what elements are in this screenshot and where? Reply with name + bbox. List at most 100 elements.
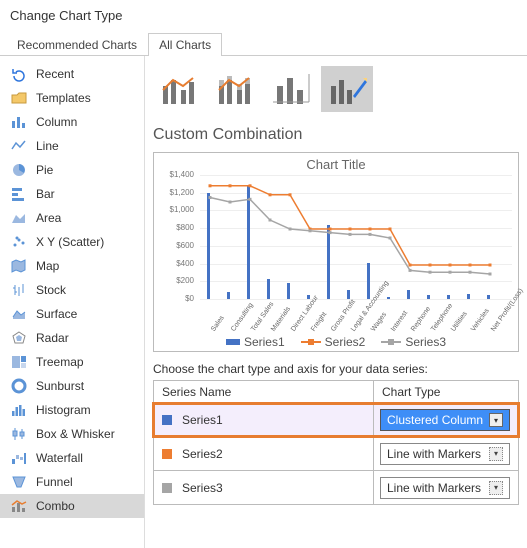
sidebar-item-label: Recent [36,67,74,81]
sidebar-item-label: Treemap [36,355,84,369]
sidebar-item-area[interactable]: Area [0,206,144,230]
series-name: Series1 [182,413,223,427]
sidebar-item-column[interactable]: Column [0,110,144,134]
chart-type-dropdown[interactable]: Line with Markers▾ [380,443,510,465]
sunburst-icon [10,378,28,394]
clustered-line-icon [159,72,199,106]
sidebar-item-pie[interactable]: Pie [0,158,144,182]
sidebar-item-treemap[interactable]: Treemap [0,350,144,374]
radar-icon [10,330,28,346]
sidebar-item-label: Bar [36,187,55,201]
legend-series1: Series1 [226,335,285,349]
window-title: Change Chart Type [0,0,527,30]
combo-subtype-custom[interactable] [321,66,373,112]
legend-swatch-bar-icon [226,339,240,345]
sidebar-item-templates[interactable]: Templates [0,86,144,110]
chart-preview: Chart Title $0$200$400$600$800$1,000$1,2… [153,152,519,352]
sidebar-item-boxwhisker[interactable]: Box & Whisker [0,422,144,446]
x-tick: Sales [210,315,226,333]
stacked-line-icon [215,72,255,106]
tab-recommended[interactable]: Recommended Charts [6,33,148,56]
sidebar-item-label: Stock [36,283,66,297]
series-header-type: Chart Type [374,381,518,403]
y-tick: $200 [176,277,194,285]
sidebar-item-stock[interactable]: Stock [0,278,144,302]
legend-label: Series3 [405,335,446,349]
chart-type-dropdown[interactable]: Clustered Column ▾ [380,409,510,431]
legend-label: Series1 [244,335,285,349]
sidebar-item-label: Templates [36,91,91,105]
sidebar-item-line[interactable]: Line [0,134,144,158]
boxwhisker-icon [10,426,28,442]
surface-icon [10,306,28,322]
tab-all-charts[interactable]: All Charts [148,33,222,56]
series-row[interactable]: Series3 Line with Markers▾ [153,471,519,505]
sidebar-item-label: Surface [36,307,77,321]
recent-icon [10,66,28,82]
sidebar-item-histogram[interactable]: Histogram [0,398,144,422]
x-tick: Rephone [410,306,432,333]
clustered-secondary-icon [271,72,311,106]
sidebar-item-label: Column [36,115,77,129]
templates-icon [10,90,28,106]
sidebar-item-xy[interactable]: X Y (Scatter) [0,230,144,254]
sidebar-item-surface[interactable]: Surface [0,302,144,326]
series-header-name: Series Name [154,381,374,403]
sidebar-item-bar[interactable]: Bar [0,182,144,206]
sidebar-item-label: Sunburst [36,379,84,393]
sidebar-item-map[interactable]: Map [0,254,144,278]
series-row[interactable]: Series1 Clustered Column ▾ [153,403,519,437]
y-tick: $800 [176,224,194,232]
y-tick: $1,200 [170,189,194,197]
sidebar-item-label: Map [36,259,59,273]
sidebar-item-label: Combo [36,499,75,513]
combo-subtype-clustered-secondary[interactable] [265,66,317,112]
sidebar-item-funnel[interactable]: Funnel [0,470,144,494]
y-axis: $0$200$400$600$800$1,000$1,200$1,400 [154,175,198,299]
sidebar-item-label: Pie [36,163,53,177]
sidebar-item-label: Histogram [36,403,91,417]
map-icon [10,258,28,274]
sidebar-item-waterfall[interactable]: Waterfall [0,446,144,470]
chevron-down-icon: ▾ [489,413,503,427]
sidebar-item-sunburst[interactable]: Sunburst [0,374,144,398]
y-tick: $1,400 [170,171,194,179]
sidebar-item-label: Box & Whisker [36,427,115,441]
sidebar-item-label: X Y (Scatter) [36,235,104,249]
series-table: Series Name Chart Type Series1 Clustered … [153,380,519,505]
line-icon [10,138,28,154]
dropdown-value: Clustered Column [387,413,483,427]
panel-title: Custom Combination [153,122,519,152]
treemap-icon [10,354,28,370]
series-name: Series3 [182,481,223,495]
sidebar-item-label: Funnel [36,475,73,489]
sidebar-item-recent[interactable]: Recent [0,62,144,86]
area-icon [10,210,28,226]
histogram-icon [10,402,28,418]
combo-subtype-row [153,62,519,122]
chevron-down-icon: ▾ [489,447,503,461]
sidebar-item-combo[interactable]: Combo [0,494,144,518]
x-tick: Utilities [450,310,469,332]
series-swatch-icon [162,483,172,493]
funnel-icon [10,474,28,490]
y-tick: $600 [176,242,194,250]
series-header: Series Name Chart Type [153,380,519,403]
legend-label: Series2 [325,335,366,349]
combo-subtype-clustered-line[interactable] [153,66,205,112]
combo-icon [10,498,28,514]
chevron-down-icon: ▾ [489,481,503,495]
xy-icon [10,234,28,250]
series-row[interactable]: Series2 Line with Markers▾ [153,437,519,471]
x-tick: Interest [390,310,409,333]
sidebar-item-radar[interactable]: Radar [0,326,144,350]
x-tick: Wages [370,311,388,333]
combo-subtype-stacked-line[interactable] [209,66,261,112]
chart-title: Chart Title [154,153,518,176]
chart-type-dropdown[interactable]: Line with Markers▾ [380,477,510,499]
tab-bar: Recommended Charts All Charts [0,30,527,56]
series-name: Series2 [182,447,223,461]
x-tick: Vehicles [470,308,491,333]
chart-type-sidebar: Recent Templates Column Line Pie Bar Area X Y (… [0,56,145,548]
legend-line-orange-icon [301,338,321,346]
